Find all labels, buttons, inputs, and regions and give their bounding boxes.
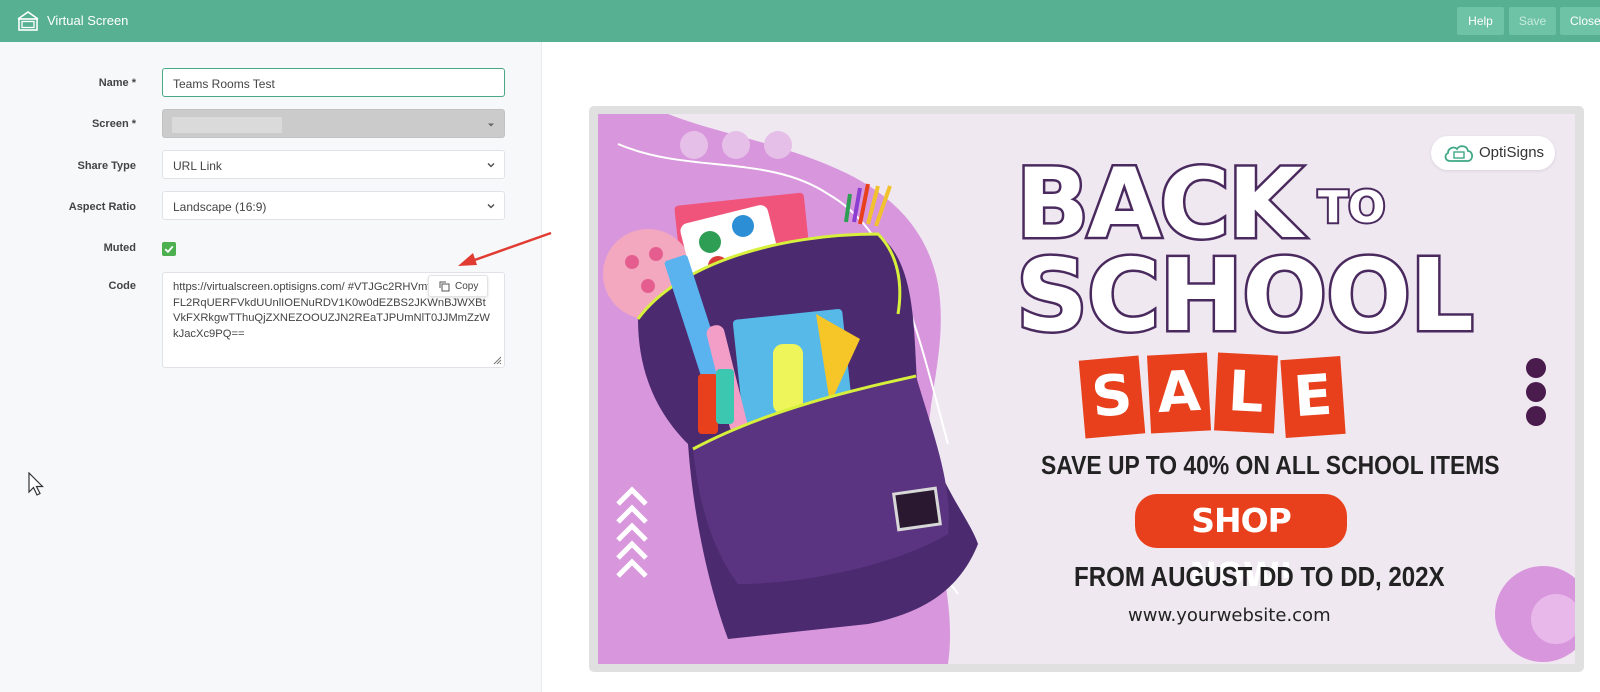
preview-poster: OptiSigns BACK TO SCHOOL S A L E SAVE UP…	[598, 114, 1575, 664]
offer-text: SAVE UP TO 40% ON ALL SCHOOL ITEMS	[1041, 450, 1500, 480]
sale-letter-s: S	[1078, 355, 1146, 439]
share-type-select[interactable]: URL Link	[162, 150, 505, 179]
shop-now-badge: SHOP NOW!	[1135, 494, 1347, 594]
app-title: Virtual Screen	[47, 13, 129, 28]
close-button[interactable]: Close	[1560, 7, 1600, 35]
screen-label: Screen *	[91, 118, 136, 130]
chevron-down-icon	[487, 163, 495, 168]
sale-letter-e: E	[1280, 356, 1346, 438]
optisigns-logo: OptiSigns	[1431, 136, 1555, 170]
name-input[interactable]: Teams Rooms Test	[162, 68, 505, 97]
red-arrow-annotation	[458, 231, 552, 266]
redacted-screen-value	[172, 117, 282, 133]
headline-to: TO	[1316, 182, 1387, 233]
logo-text: OptiSigns	[1479, 144, 1545, 161]
share-type-label: Share Type	[77, 160, 137, 172]
help-button[interactable]: Help	[1457, 7, 1504, 35]
muted-label: Muted	[103, 242, 136, 254]
name-label: Name *	[98, 77, 136, 89]
caret-down-icon	[488, 123, 494, 127]
aspect-ratio-select[interactable]: Landscape (16:9)	[162, 191, 505, 220]
headline-school: SCHOOL	[1014, 237, 1477, 354]
screen-select[interactable]	[162, 109, 505, 138]
sale-letter-l: L	[1214, 352, 1278, 434]
resize-handle-icon[interactable]	[492, 355, 502, 365]
website-text: www.yourwebsite.com	[1128, 605, 1331, 626]
save-button[interactable]: Save	[1509, 7, 1556, 35]
aspect-ratio-value: Landscape (16:9)	[173, 200, 267, 214]
copy-button[interactable]: Copy	[428, 275, 488, 297]
aspect-ratio-label: Aspect Ratio	[68, 201, 136, 213]
chevron-down-icon	[487, 204, 495, 209]
share-type-value: URL Link	[173, 159, 222, 173]
code-label: Code	[108, 280, 137, 292]
sale-letter-a: A	[1147, 352, 1211, 434]
mouse-cursor-icon	[28, 472, 44, 496]
copy-icon	[439, 281, 450, 292]
checkmark-icon	[164, 245, 174, 254]
name-input-value: Teams Rooms Test	[173, 77, 275, 91]
muted-checkbox[interactable]	[162, 242, 176, 256]
date-text: FROM AUGUST DD TO DD, 202X	[1074, 561, 1445, 592]
virtual-screen-icon	[17, 11, 39, 31]
top-bar: Virtual Screen Help Save Close	[0, 0, 1600, 42]
copy-label: Copy	[455, 281, 479, 292]
cloud-screen-icon	[1444, 145, 1474, 162]
